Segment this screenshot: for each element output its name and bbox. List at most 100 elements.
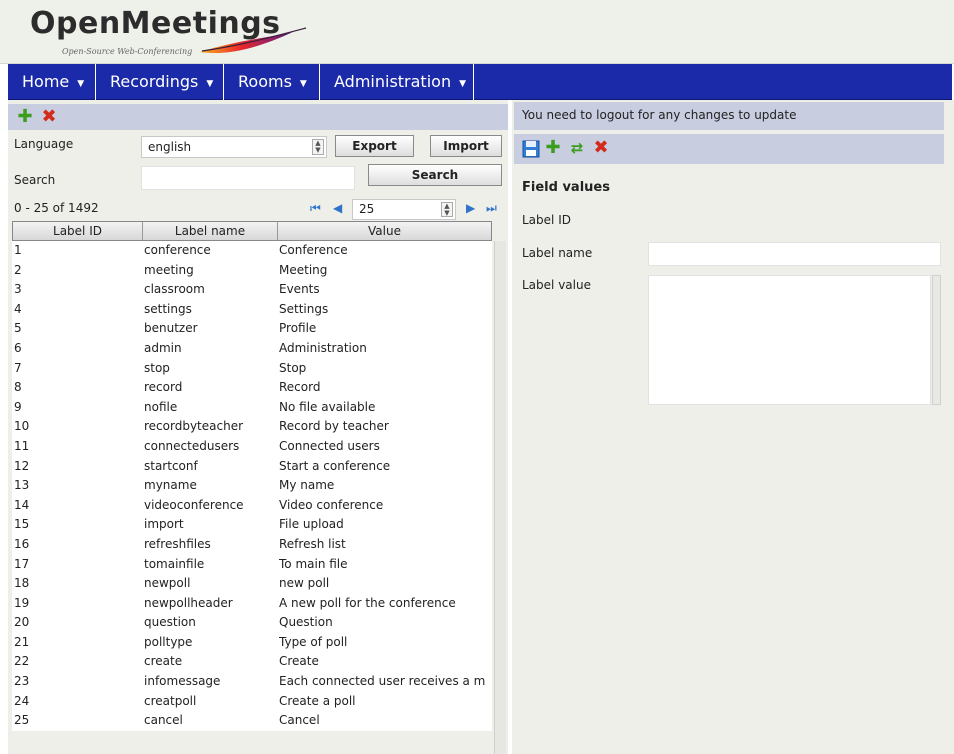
spinner-arrows-icon: ▲ ▼ — [312, 139, 324, 155]
table-row[interactable]: 15 import File upload — [12, 515, 492, 535]
cell-label-name: tomainfile — [144, 556, 205, 571]
table-row[interactable]: 21 polltype Type of poll — [12, 633, 492, 653]
menu-home[interactable]: Home ▼ — [8, 64, 96, 100]
cell-label-name: newpoll — [144, 576, 191, 591]
app-header: OpenMeetings Open-Source Web-Conferencin… — [0, 0, 954, 64]
search-button[interactable]: Search — [368, 164, 502, 186]
cell-label-id: 5 — [14, 321, 22, 336]
field-values-title: Field values — [522, 180, 610, 195]
table-row[interactable]: 2 meeting Meeting — [12, 261, 492, 281]
edit-toolbar: ✚ ⇄ ✖ — [514, 134, 944, 164]
language-label: Language — [14, 137, 74, 151]
table-row[interactable]: 22 create Create — [12, 652, 492, 672]
menu-rooms-label: Rooms — [238, 72, 292, 91]
cell-value: new poll — [279, 576, 330, 591]
menu-rooms[interactable]: Rooms ▼ — [224, 64, 320, 100]
search-input[interactable] — [141, 166, 355, 190]
cell-label-name: nofile — [144, 399, 178, 414]
column-header-label-name[interactable]: Label name — [143, 222, 278, 240]
table-row[interactable]: 4 settings Settings — [12, 300, 492, 320]
table-scrollbar[interactable] — [494, 241, 506, 754]
table-row[interactable]: 1 conference Conference — [12, 241, 492, 261]
table-row[interactable]: 3 classroom Events — [12, 280, 492, 300]
cell-label-id: 9 — [14, 399, 22, 414]
prev-page-icon[interactable]: ◀ — [333, 201, 342, 215]
table-body: 1 conference Conference 2 meeting Meeting 3 cla… — [12, 241, 492, 731]
table-row[interactable]: 9 nofile No file available — [12, 398, 492, 418]
cell-value: File upload — [279, 517, 344, 532]
table-row[interactable]: 7 stop Stop — [12, 359, 492, 379]
plus-icon[interactable]: ✚ — [544, 139, 562, 157]
cell-value: Conference — [279, 243, 348, 257]
label-name-input[interactable] — [648, 242, 941, 266]
import-button[interactable]: Import — [430, 135, 502, 157]
page-size-select[interactable]: 25 ▲ ▼ — [352, 199, 456, 220]
table-row[interactable]: 19 newpollheader A new poll for the confer… — [12, 594, 492, 614]
cell-label-name: question — [144, 615, 196, 630]
refresh-icon[interactable]: ⇄ — [568, 139, 586, 157]
cell-label-id: 14 — [14, 497, 30, 512]
first-page-icon[interactable]: ⏮ — [310, 201, 321, 216]
caret-down-icon: ▼ — [77, 79, 85, 89]
table-row[interactable]: 24 creatpoll Create a poll — [12, 692, 492, 712]
cell-label-id: 16 — [14, 536, 30, 551]
cell-label-id: 1 — [14, 243, 22, 257]
table-row[interactable]: 11 connectedusers Connected users — [12, 437, 492, 457]
label-value-scrollbar[interactable] — [932, 275, 941, 405]
logo-subtitle: Open-Source Web-Conferencing — [62, 47, 193, 56]
cell-label-id: 7 — [14, 360, 22, 375]
caret-down-icon: ▼ — [206, 79, 214, 89]
cell-label-id: 17 — [14, 556, 30, 571]
cross-icon[interactable]: ✖ — [40, 108, 58, 126]
cell-label-name: import — [144, 517, 184, 532]
range-indicator: 0 - 25 of 1492 — [14, 201, 99, 215]
caret-down-icon: ▼ — [299, 79, 307, 89]
cell-label-id: 11 — [14, 438, 30, 453]
menu-administration[interactable]: Administration ▼ — [320, 64, 474, 100]
table-row[interactable]: 12 startconf Start a conference — [12, 457, 492, 477]
table-row[interactable]: 10 recordbyteacher Record by teacher — [12, 417, 492, 437]
table-row[interactable]: 20 question Question — [12, 613, 492, 633]
cell-value: Settings — [279, 301, 329, 316]
last-page-icon[interactable]: ⏭ — [486, 201, 497, 216]
cell-label-name: meeting — [144, 262, 194, 277]
cell-label-id: 19 — [14, 595, 30, 610]
search-label: Search — [14, 173, 56, 187]
cell-label-name: infomessage — [144, 674, 221, 689]
cell-label-name: stop — [144, 360, 170, 375]
notice-bar: You need to logout for any changes to up… — [514, 102, 944, 130]
table-row[interactable]: 16 refreshfiles Refresh list — [12, 535, 492, 555]
menu-recordings[interactable]: Recordings ▼ — [96, 64, 224, 100]
cell-value: Video conference — [279, 497, 384, 512]
save-icon[interactable] — [522, 140, 540, 158]
labels-list-panel: ✚ ✖ Language english ▲ ▼ Export Import Se… — [8, 100, 508, 754]
cell-label-name: polltype — [144, 634, 193, 649]
table-row[interactable]: 8 record Record — [12, 378, 492, 398]
cell-label-name: create — [144, 654, 183, 669]
cell-value: Cancel — [279, 713, 320, 728]
table-row[interactable]: 23 infomessage Each connected user receive… — [12, 672, 492, 692]
cell-label-id: 24 — [14, 693, 30, 708]
cross-icon[interactable]: ✖ — [592, 139, 610, 157]
column-header-label-id[interactable]: Label ID — [13, 222, 143, 240]
plus-icon[interactable]: ✚ — [16, 108, 34, 126]
cell-label-name: creatpoll — [144, 693, 197, 708]
cell-label-id: 6 — [14, 340, 22, 355]
export-button[interactable]: Export — [335, 135, 414, 157]
table-row[interactable]: 18 newpoll new poll — [12, 574, 492, 594]
table-row[interactable]: 17 tomainfile To main file — [12, 555, 492, 575]
table-row[interactable]: 25 cancel Cancel — [12, 711, 492, 731]
cell-value: Profile — [279, 321, 317, 336]
column-header-value[interactable]: Value — [278, 222, 491, 240]
cell-label-name: refreshfiles — [144, 536, 211, 551]
next-page-icon[interactable]: ▶ — [466, 201, 475, 215]
table-row[interactable]: 5 benutzer Profile — [12, 319, 492, 339]
label-value-textarea[interactable] — [648, 275, 931, 405]
cell-label-id: 2 — [14, 262, 22, 277]
language-select[interactable]: english ▲ ▼ — [141, 136, 327, 158]
table-row[interactable]: 6 admin Administration — [12, 339, 492, 359]
table-row[interactable]: 14 videoconference Video conference — [12, 496, 492, 516]
cell-value: Meeting — [279, 262, 328, 277]
table-row[interactable]: 13 myname My name — [12, 476, 492, 496]
cell-value: Administration — [279, 340, 367, 355]
